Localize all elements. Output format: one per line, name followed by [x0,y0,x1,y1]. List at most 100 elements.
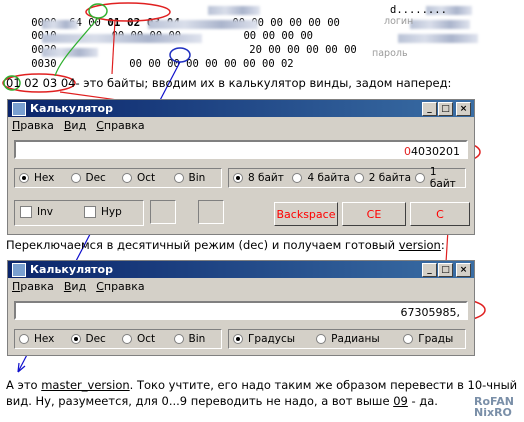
menu-view[interactable]: Вид [64,280,86,293]
radio-bin[interactable]: Bin [170,172,222,184]
calculator-window-2: Калькулятор _ □ × Правка Вид Справка 673… [7,260,475,356]
title-bar: Калькулятор _ □ × [8,261,474,278]
radio-label: Радианы [331,333,380,345]
annotation-line-2: Переключаемся в десятичный режим (dec) и… [6,238,445,252]
version-link[interactable]: version [399,238,441,252]
maximize-button[interactable]: □ [438,102,453,116]
radio-dec[interactable]: Dec [67,172,119,184]
byte-09-link[interactable]: 09 [393,394,408,408]
memory-indicator [150,200,176,224]
radio-oct[interactable]: Oct [118,172,170,184]
annotation-text: . Токо учтите, его надо таким же образом… [129,378,518,392]
annotation-text: - да. [407,394,438,408]
radio-dot [415,173,425,183]
annotation-text: А это [6,378,42,392]
radio-dot [233,334,243,344]
minimize-button[interactable]: _ [422,102,437,116]
radio-label: Dec [85,333,106,345]
parenthesis-indicator [198,200,224,224]
radio-label: Oct [137,333,156,345]
menu-view[interactable]: Вид [64,119,86,132]
hyp-checkbox[interactable]: Hyp [84,206,122,218]
hex-addr: 0030 [31,58,57,70]
maximize-button[interactable]: □ [438,263,453,277]
radio-radians[interactable]: Радианы [312,333,399,345]
close-button[interactable]: × [456,263,471,277]
window-title: Калькулятор [30,102,113,115]
radio-hex[interactable]: Hex [15,172,67,184]
watermark-logo: RoFAN NixRO [474,396,514,418]
radio-label: Oct [137,172,156,184]
radio-dot [19,173,29,183]
hex-ascii: d........ [390,4,447,16]
radio-label: Градусы [248,333,296,345]
window-controls: _ □ × [422,263,471,277]
master-version-link[interactable]: master_version [41,378,129,392]
radio-dot [353,173,364,183]
radio-label: Hex [34,172,55,184]
annotation-line-4: вид. Ну, разумеется, для 0...9 переводит… [6,394,438,408]
display-value: 4030201 [411,145,460,158]
menu-help[interactable]: Справка [96,119,144,132]
radio-label: Bin [188,172,206,184]
radio-4-bytes[interactable]: 4 байта [288,172,350,184]
watermark-line: NixRO [474,406,512,419]
menu-edit[interactable]: Правка [12,280,54,293]
radio-degrees[interactable]: Градусы [229,333,312,345]
title-bar: Калькулятор _ □ × [8,100,474,117]
radio-dot [173,173,184,183]
angle-group: Градусы Радианы Грады [228,329,466,349]
radio-8-bytes[interactable]: 8 байт [229,172,288,184]
calculator-display[interactable]: 04030201 [14,140,468,159]
backspace-button[interactable]: Backspace [274,202,338,226]
radio-label: 1 байт [429,166,456,190]
radio-label: Bin [188,333,206,345]
calculator-icon [12,262,26,277]
radio-dot [292,173,303,183]
radio-dot [173,334,184,344]
inv-checkbox[interactable]: Inv [20,206,53,218]
display-prefix: 0 [404,145,411,158]
calculator-icon [12,101,26,116]
radio-label: Грады [418,333,454,345]
annotation-line-1: 01 02 03 04- это байты; вводим их в каль… [6,76,451,90]
checkbox-label: Hyp [101,206,122,218]
checkbox-box [84,206,96,218]
window-title: Калькулятор [30,263,113,276]
radio-oct[interactable]: Oct [118,333,170,345]
clear-button[interactable]: C [410,202,470,226]
menu-help[interactable]: Справка [96,280,144,293]
radio-dot [233,173,243,183]
radio-label: 2 байта [368,172,412,184]
radio-2-bytes[interactable]: 2 байта [350,172,411,184]
radio-dot [70,334,81,344]
radio-grads[interactable]: Грады [399,333,465,345]
checkbox-label: Inv [37,206,53,218]
minimize-button[interactable]: _ [422,263,437,277]
ce-button[interactable]: CE [342,202,406,226]
radio-label: 8 байт [248,172,284,184]
close-button[interactable]: × [456,102,471,116]
annotation-bytes: 01 02 03 04 [6,76,76,90]
radio-dot [19,334,29,344]
radix-group: Hex Dec Oct Bin [14,329,222,349]
radio-dot [403,334,414,344]
radio-dec[interactable]: Dec [67,333,119,345]
annotation-line-3: А это master_version. Токо учтите, его н… [6,378,517,392]
word-size-group: 8 байт 4 байта 2 байта 1 байт [228,166,466,190]
calculator-display[interactable]: 67305985, [14,301,468,320]
radio-dot [316,334,327,344]
radio-dot [70,173,81,183]
menu-edit[interactable]: Правка [12,119,54,132]
annotation-text: вид. Ну, разумеется, для 0...9 переводит… [6,394,394,408]
radio-hex[interactable]: Hex [15,333,67,345]
radio-bin[interactable]: Bin [170,333,222,345]
hex-highlight-version: 02 [280,58,294,70]
radio-1-byte[interactable]: 1 байт [411,166,465,190]
annotation-text: - это байты; вводим их в калькулятор вин… [75,76,452,90]
checkbox-box [20,206,32,218]
radio-label: Dec [85,172,106,184]
password-label: пароль [372,48,408,59]
radio-label: 4 байта [307,172,350,184]
radio-label: Hex [34,333,55,345]
